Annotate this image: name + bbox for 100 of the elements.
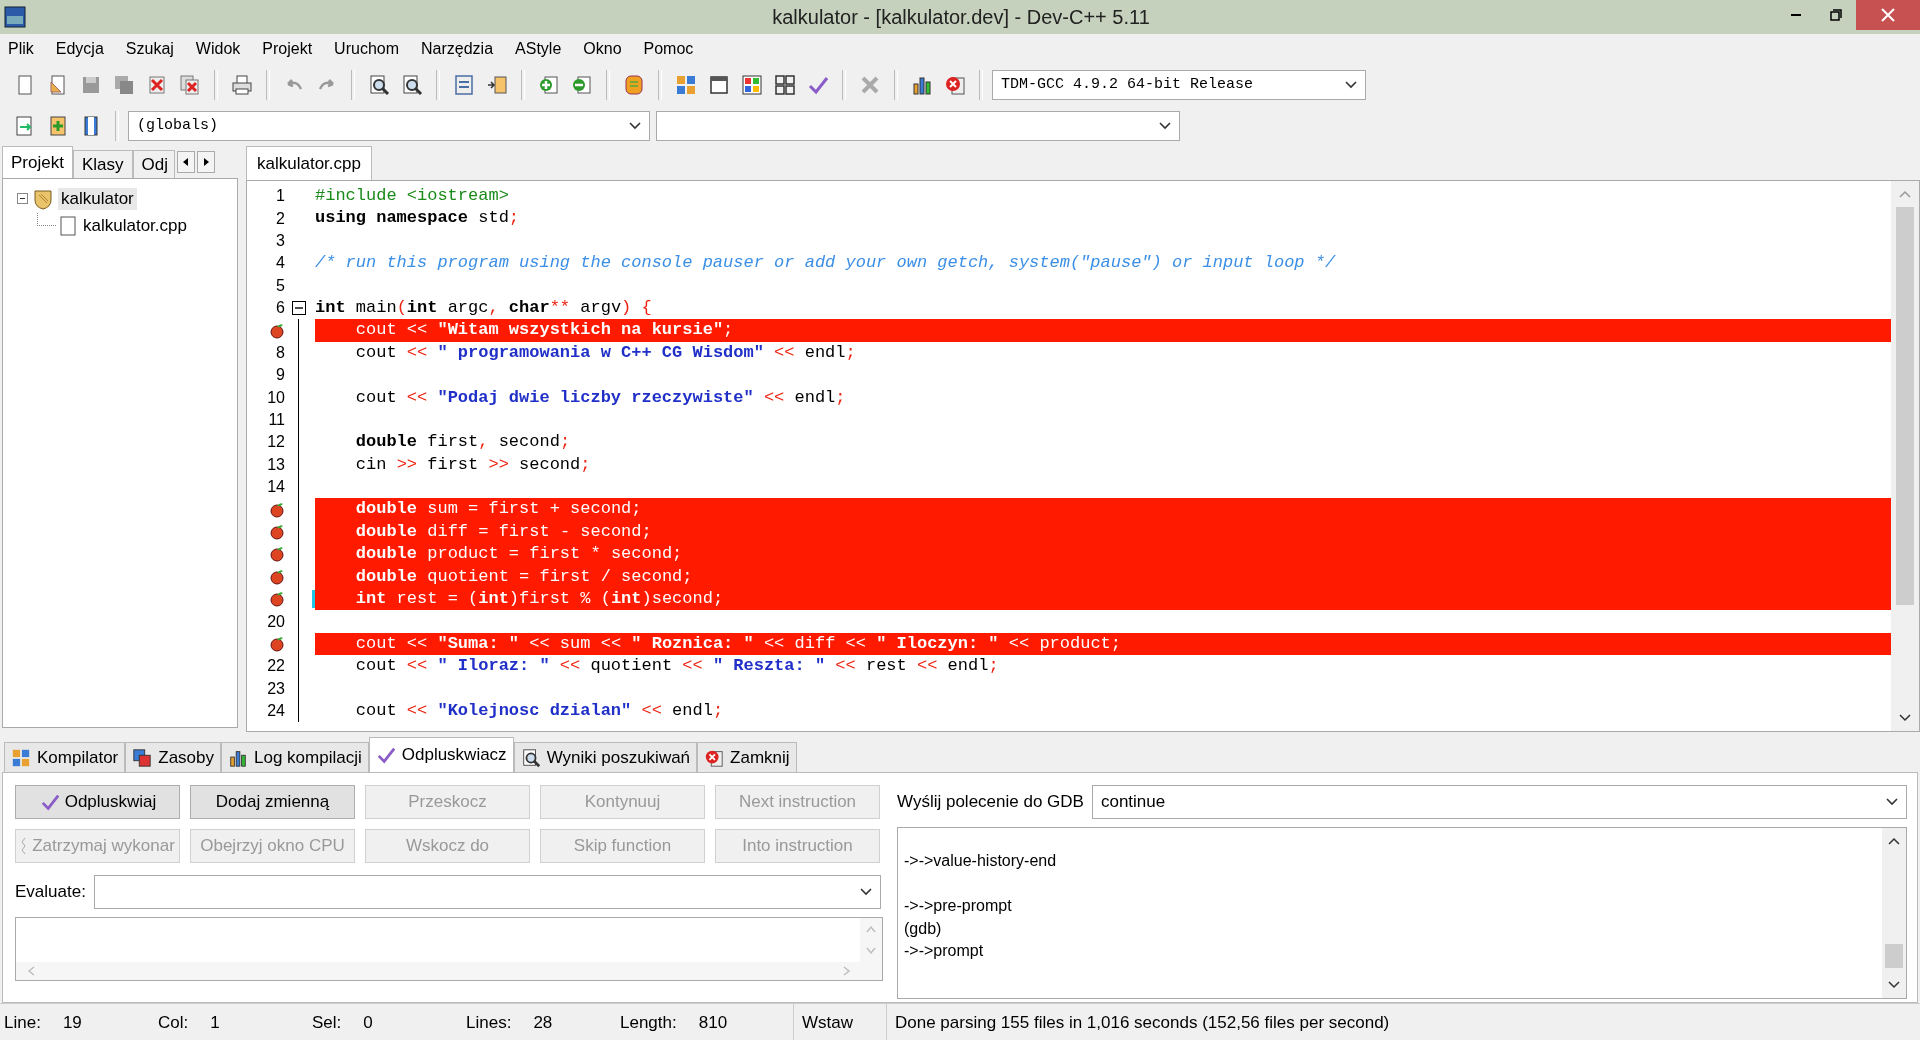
menu-item[interactable]: Widok — [195, 40, 241, 58]
menu-item[interactable]: Narzędzia — [421, 40, 494, 58]
collapse-icon[interactable] — [17, 193, 28, 204]
breakpoint-icon[interactable] — [269, 636, 285, 652]
function-dropdown[interactable] — [656, 110, 1180, 141]
panel-tab[interactable]: Kompilator — [4, 742, 126, 772]
search-icon — [520, 747, 541, 768]
status-label: Length: — [620, 1013, 677, 1033]
status-value: 1 — [210, 1013, 220, 1033]
gdb-command-field[interactable]: continue — [1091, 785, 1907, 819]
scrollbar[interactable] — [1891, 181, 1919, 731]
restore-icon — [1830, 9, 1842, 21]
window-title: kalkulator - [kalkulator.dev] - Dev-C++ 5.11 — [771, 5, 1151, 29]
tiles-icon — [11, 747, 31, 768]
scope-dropdown[interactable]: (globals) — [128, 110, 650, 141]
close-button[interactable] — [1856, 0, 1920, 30]
menu-item[interactable]: Pomoc — [643, 40, 694, 58]
line-number: 2 — [276, 209, 285, 228]
line-number: 1 — [276, 187, 285, 206]
debug-button[interactable]: Dodaj zmienną — [190, 785, 355, 819]
scroll-thumb[interactable] — [1896, 207, 1914, 605]
line-number: 14 — [267, 478, 285, 497]
tree-item[interactable]: kalkulator.cpp — [80, 214, 190, 237]
stacked-squares-icon — [132, 747, 153, 768]
file-tab[interactable]: kalkulator.cpp — [246, 146, 372, 180]
panel-tab[interactable]: Zasoby — [125, 742, 221, 772]
line-number: 5 — [276, 276, 285, 295]
breakpoint-icon[interactable] — [269, 524, 285, 541]
check-icon — [375, 745, 396, 765]
insert-mode: Wstaw — [802, 1013, 854, 1033]
line-number: 22 — [267, 657, 285, 676]
scroll-down-icon[interactable] — [1898, 713, 1912, 723]
menu-item[interactable]: Projekt — [262, 40, 313, 58]
scroll-thumb[interactable] — [1885, 944, 1903, 968]
breakpoint-icon[interactable] — [269, 322, 285, 339]
evaluate-label: Evaluate: — [15, 882, 86, 902]
panel-tab[interactable]: Log kompilacji — [221, 742, 369, 772]
code-line: int main(int argc, char** argv) { — [315, 296, 653, 319]
menu-item[interactable]: Edycja — [55, 40, 104, 58]
output-line: ->->prompt — [904, 941, 985, 961]
close-icon — [1881, 8, 1895, 22]
code-line: cout << "Podaj dwie liczby rzeczywiste" << endl; — [354, 386, 847, 409]
evaluate-field[interactable] — [93, 875, 881, 909]
fold-icon[interactable] — [292, 301, 306, 316]
code-line: cin >> first >> second; — [354, 453, 592, 476]
output-line: ->->pre-prompt — [904, 896, 1013, 917]
scroll-left-icon[interactable] — [176, 151, 195, 173]
file-icon — [60, 215, 76, 236]
code-line: cout << " Iloraz: " << quotient << " Reszta: " << rest << endl; — [354, 655, 1000, 678]
code-line: double first, second; — [354, 431, 572, 454]
line-number: 12 — [267, 433, 285, 452]
status-label: Sel: — [312, 1013, 342, 1033]
debug-button[interactable]: Odpluskwiaj — [15, 785, 180, 819]
code-line: /* run this program using the console pauser or add your own getch, system("pause") or input loop */ — [315, 252, 1337, 275]
panel-tab[interactable]: Projekt — [2, 146, 73, 178]
line-number: 4 — [276, 254, 285, 273]
line-number: 10 — [267, 388, 285, 407]
breakpoint-icon[interactable] — [269, 591, 285, 608]
panel-tab[interactable]: Zamknij — [697, 742, 797, 772]
status-value: 28 — [533, 1013, 553, 1033]
scroll-down-icon[interactable] — [1887, 980, 1901, 990]
code-line: #include <iostream> — [315, 185, 510, 207]
line-number: 24 — [267, 702, 285, 721]
minimize-icon — [1790, 14, 1802, 16]
breakpoint-icon[interactable] — [269, 568, 285, 585]
breakpoint-icon[interactable] — [269, 501, 285, 518]
line-number: 13 — [267, 455, 285, 474]
output-line: (gdb) — [904, 918, 943, 939]
scrollbar[interactable] — [1882, 828, 1906, 998]
breakpoint-icon[interactable] — [269, 546, 285, 563]
status-label: Line: — [4, 1013, 41, 1033]
status-value: 19 — [62, 1013, 82, 1033]
scroll-up-icon[interactable] — [1887, 836, 1901, 846]
code-line: cout << "Kolejnosc dzialan" << endl; — [354, 700, 725, 722]
menu-item[interactable]: Uruchom — [334, 40, 399, 58]
status-message: Done parsing 155 files in 1,016 seconds (152,56 files per second) — [895, 1013, 1390, 1033]
menu-item[interactable]: AStyle — [515, 40, 562, 58]
line-number: 6 — [276, 299, 285, 318]
line-number: 9 — [276, 366, 285, 385]
tree-item[interactable]: kalkulator — [58, 187, 137, 210]
scroll-right-icon[interactable] — [196, 151, 215, 173]
line-number: 11 — [268, 411, 285, 430]
code-line: using namespace std; — [315, 207, 521, 230]
panel-tab[interactable]: Odpluskwiacz — [368, 737, 514, 772]
menu-item[interactable]: Plik — [8, 40, 34, 58]
output-line: ->->value-history-end — [904, 851, 1058, 872]
menu-item[interactable]: Okno — [583, 40, 622, 58]
status-value: 0 — [363, 1013, 373, 1033]
line-number: 8 — [276, 343, 285, 362]
panel-tab[interactable]: Wyniki poszukiwań — [513, 742, 698, 772]
project-icon — [32, 187, 54, 210]
menu-item[interactable]: Szukaj — [125, 40, 174, 58]
code-line: cout << " programowania w C++ CG Wisdom" << endl; — [354, 341, 857, 364]
gdb-command-label: Wyślij polecenie do GDB — [897, 792, 1084, 812]
compiler-dropdown[interactable]: TDM-GCC 4.9.2 64-bit Release — [992, 69, 1366, 100]
status-label: Lines: — [466, 1013, 512, 1033]
panel-tab[interactable]: Klasy — [72, 150, 133, 178]
line-number: 3 — [276, 231, 285, 250]
status-label: Col: — [158, 1013, 189, 1033]
panel-tab[interactable]: Odj — [132, 150, 175, 178]
